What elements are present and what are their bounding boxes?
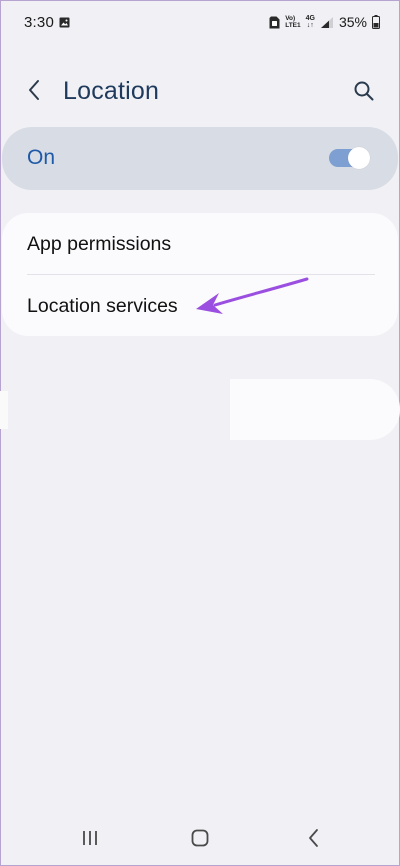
partial-card-fragment xyxy=(230,379,400,440)
recent-apps-button[interactable] xyxy=(70,825,110,851)
page-title: Location xyxy=(63,77,160,105)
volte-bottom-text: LTE1 xyxy=(285,22,301,29)
list-item-label: App permissions xyxy=(27,233,172,255)
list-item-app-permissions[interactable]: App permissions xyxy=(2,213,398,274)
network-type-text: 4G xyxy=(305,15,315,22)
switch-knob xyxy=(348,147,370,169)
gallery-notification-icon xyxy=(59,17,70,28)
battery-icon xyxy=(372,15,380,29)
network-activity-text: ↓↑ xyxy=(306,22,314,29)
volte-indicator: Vo) LTE1 xyxy=(285,15,300,29)
search-button[interactable] xyxy=(348,75,380,107)
network-type-indicator: 4G ↓↑ xyxy=(306,15,315,29)
nav-back-button[interactable] xyxy=(294,825,334,851)
system-navigation-bar xyxy=(0,815,400,863)
home-button[interactable] xyxy=(180,825,220,851)
app-header: Location xyxy=(0,66,400,116)
partial-card-fragment xyxy=(0,391,8,429)
location-master-toggle-card[interactable]: On xyxy=(2,127,398,190)
sim-card-icon xyxy=(269,16,280,28)
signal-strength-icon xyxy=(320,16,333,28)
home-icon xyxy=(191,829,209,847)
recent-apps-icon xyxy=(83,831,97,845)
list-item-label: Location services xyxy=(27,295,178,317)
toggle-label: On xyxy=(27,146,56,169)
battery-percent: 35% xyxy=(338,14,367,30)
volte-top-text: Vo) xyxy=(285,15,296,22)
status-indicators: Vo) LTE1 4G ↓↑ 35% xyxy=(269,13,380,31)
search-icon xyxy=(354,81,374,101)
settings-list: App permissions Location services xyxy=(2,213,398,336)
status-bar: 3:30 Vo) LTE1 4G ↓↑ 35% xyxy=(0,0,400,44)
location-switch[interactable] xyxy=(329,147,370,169)
list-item-location-services[interactable]: Location services xyxy=(2,275,398,336)
status-time: 3:30 xyxy=(24,14,54,31)
back-chevron-icon xyxy=(29,80,39,100)
back-icon xyxy=(309,829,318,847)
back-button[interactable] xyxy=(18,74,50,106)
